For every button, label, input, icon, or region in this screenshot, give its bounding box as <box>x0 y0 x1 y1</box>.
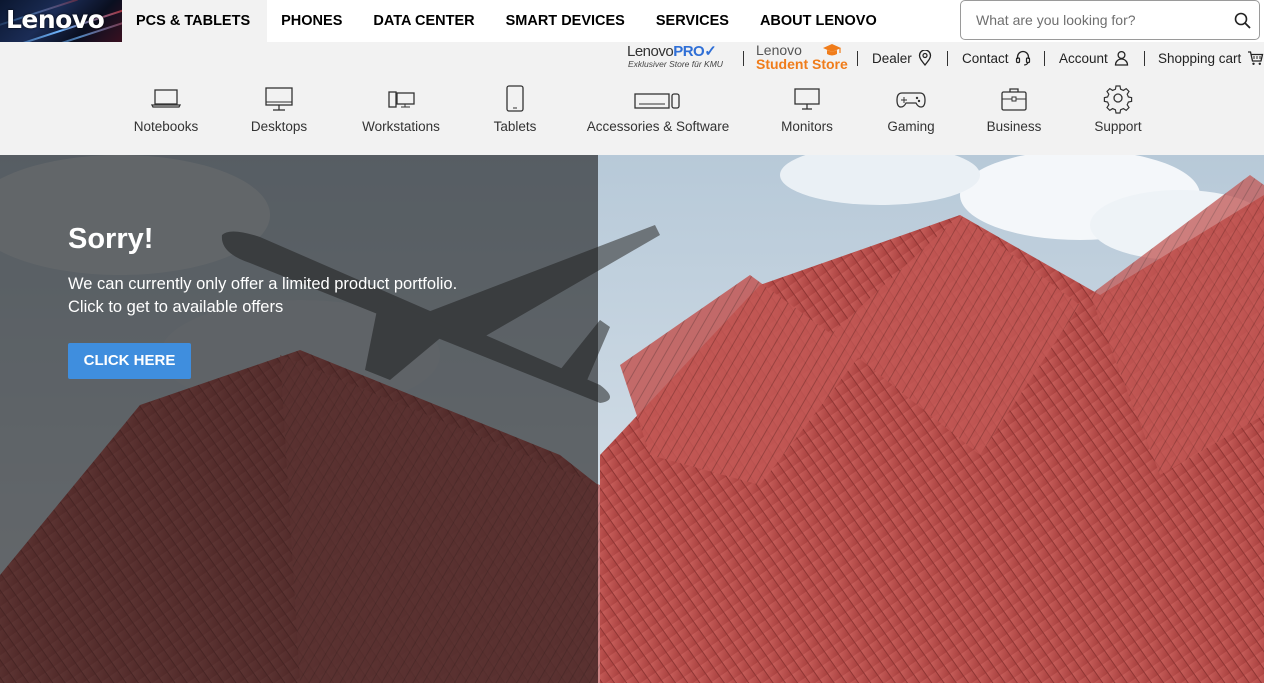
divider <box>1144 51 1145 66</box>
accessories-icon <box>634 93 680 109</box>
category-label: Workstations <box>362 119 440 134</box>
gear-icon <box>1103 85 1133 114</box>
category-business[interactable]: Business <box>984 84 1044 144</box>
student-store-link[interactable]: Lenovo Student Store <box>756 42 848 72</box>
notebook-icon <box>150 89 182 108</box>
divider <box>743 51 744 66</box>
hero-banner: Sorry! We can currently only offer a lim… <box>0 155 1264 683</box>
headset-icon <box>1015 50 1030 66</box>
divider <box>857 51 858 66</box>
category-label: Business <box>986 119 1042 134</box>
category-label: Monitors <box>781 119 833 134</box>
click-here-button[interactable]: CLICK HERE <box>68 343 191 379</box>
nav-phones[interactable]: PHONES <box>267 0 359 42</box>
category-support[interactable]: Support <box>1090 84 1146 144</box>
category-tablets[interactable]: Tablets <box>490 84 540 144</box>
pro-tagline: Exklusiver Store für KMU <box>628 59 723 69</box>
lenovo-logo[interactable]: Lenovo <box>0 0 122 42</box>
category-label: Tablets <box>493 119 537 134</box>
nav-pcs-tablets[interactable]: PCS & TABLETS <box>122 0 268 42</box>
category-nav: Notebooks Desktops Workstations Tablets … <box>0 84 1264 154</box>
tablet-icon <box>506 85 524 112</box>
user-icon <box>1114 50 1128 66</box>
student-store-line2: Student Store <box>756 56 848 72</box>
cart-icon <box>1248 51 1264 65</box>
hero-message-line1: We can currently only offer a limited pr… <box>68 275 458 293</box>
contact-label: Contact <box>962 50 1009 66</box>
pro-brand-prefix: Lenovo <box>627 43 674 60</box>
lenovo-pro-link[interactable]: LenovoPRO✓ Exklusiver Store für KMU <box>627 42 732 72</box>
nav-about-lenovo[interactable]: ABOUT LENOVO <box>746 0 894 42</box>
workstation-icon <box>388 91 415 108</box>
dealer-link[interactable]: Dealer <box>872 49 932 67</box>
dealer-label: Dealer <box>872 50 912 66</box>
graduation-cap-icon <box>823 44 841 56</box>
category-workstations[interactable]: Workstations <box>358 84 444 144</box>
divider <box>947 51 948 66</box>
nav-smart-devices[interactable]: SMART DEVICES <box>492 0 642 42</box>
category-label: Support <box>1094 119 1142 134</box>
pro-brand-suffix: PRO <box>673 43 705 60</box>
category-monitors[interactable]: Monitors <box>775 84 839 144</box>
nav-data-center[interactable]: DATA CENTER <box>359 0 491 42</box>
category-label: Notebooks <box>133 119 199 134</box>
category-accessories-software[interactable]: Accessories & Software <box>586 84 730 144</box>
monitor-icon <box>794 88 820 110</box>
top-bar: Lenovo PCS & TABLETS PHONES DATA CENTER … <box>0 0 1264 42</box>
gamepad-icon <box>896 92 926 108</box>
nav-services[interactable]: SERVICES <box>642 0 746 42</box>
contact-link[interactable]: Contact <box>962 49 1031 67</box>
category-label: Gaming <box>887 119 935 134</box>
logo-wordmark: Lenovo <box>6 5 105 34</box>
briefcase-icon <box>1001 88 1027 111</box>
search-input[interactable] <box>976 9 1216 31</box>
category-label: Accessories & Software <box>586 119 730 134</box>
shopping-cart-link[interactable]: Shopping cart <box>1158 49 1264 67</box>
account-link[interactable]: Account <box>1059 49 1129 67</box>
desktop-icon <box>265 87 293 111</box>
divider <box>1044 51 1045 66</box>
hero-message: We can currently only offer a limited pr… <box>68 273 457 319</box>
hero-message-line2: Click to get to available offers <box>68 298 284 316</box>
main-nav: PCS & TABLETS PHONES DATA CENTER SMART D… <box>122 0 894 42</box>
category-desktops[interactable]: Desktops <box>246 84 312 144</box>
category-label: Desktops <box>250 119 308 134</box>
check-icon: ✓ <box>704 43 717 60</box>
hero-title: Sorry! <box>68 223 154 255</box>
search-icon[interactable] <box>1233 11 1253 31</box>
account-label: Account <box>1059 50 1108 66</box>
cart-label: Shopping cart <box>1158 50 1242 66</box>
search-box <box>960 0 1260 40</box>
category-notebooks[interactable]: Notebooks <box>131 84 201 144</box>
location-pin-icon <box>918 50 931 66</box>
category-gaming[interactable]: Gaming <box>884 84 938 144</box>
